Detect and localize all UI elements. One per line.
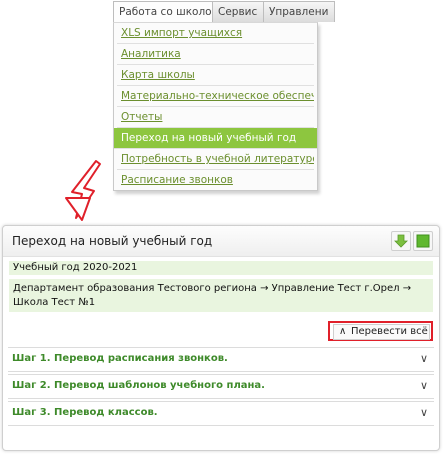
new-year-panel: Переход на новый учебный год Учебный год… — [2, 225, 440, 451]
year-band: Учебный год 2020-2021 — [9, 261, 433, 275]
main-menu: Работа со школой Сервис Управлени XLS им… — [113, 0, 443, 191]
translate-all-highlight: ∧ Перевести всё — [328, 321, 433, 341]
arrow-down-icon — [394, 234, 408, 248]
translate-all-button[interactable]: ∧ Перевести всё — [333, 324, 430, 340]
translate-all-label: Перевести всё — [351, 326, 428, 337]
menu-item-new-year[interactable]: Переход на новый учебный год — [114, 128, 317, 149]
menu-item-xls-import[interactable]: XLS импорт учащихся — [117, 23, 314, 44]
menu-item-school-map[interactable]: Карта школы — [117, 65, 314, 86]
chevron-down-icon[interactable]: ∨ — [420, 352, 428, 365]
chevron-down-icon[interactable]: ∨ — [420, 406, 428, 419]
step-3-row[interactable]: Шаг 3. Перевод классов. ∨ — [8, 401, 434, 426]
step-2-row[interactable]: Шаг 2. Перевод шаблонов учебного плана. … — [8, 374, 434, 399]
chevron-up-icon: ∧ — [339, 326, 347, 337]
menu-tabs: Работа со школой Сервис Управлени — [113, 1, 443, 23]
menu-item-analytics[interactable]: Аналитика — [117, 44, 314, 65]
step-2-label: Шаг 2. Перевод шаблонов учебного плана. — [12, 380, 265, 391]
red-arrow-icon — [65, 160, 101, 221]
step-1-label: Шаг 1. Перевод расписания звонков. — [12, 353, 228, 364]
step-3-label: Шаг 3. Перевод классов. — [12, 407, 158, 418]
school-year: Учебный год 2020-2021 — [13, 262, 138, 273]
department-band: Департамент образования Тестового регион… — [9, 279, 433, 312]
chevron-down-icon[interactable]: ∨ — [420, 379, 428, 392]
maximize-button[interactable] — [413, 231, 433, 251]
collapse-button[interactable] — [391, 231, 411, 251]
menu-item-equipment[interactable]: Материально-техническое обеспечение — [117, 86, 314, 107]
menu-item-reports[interactable]: Отчеты — [117, 107, 314, 128]
department-path: Департамент образования Тестового регион… — [13, 283, 412, 308]
square-icon — [416, 234, 430, 248]
panel-title: Переход на новый учебный год — [12, 234, 213, 248]
menu-item-literature[interactable]: Потребность в учебной литературе — [117, 149, 314, 170]
step-1-row[interactable]: Шаг 1. Перевод расписания звонков. ∨ — [8, 347, 434, 372]
tab-school-work[interactable]: Работа со школой — [113, 1, 217, 22]
panel-header: Переход на новый учебный год — [3, 226, 439, 257]
tab-management[interactable]: Управлени — [263, 1, 335, 22]
tab-service[interactable]: Сервис — [212, 1, 269, 22]
menu-item-bell-schedule[interactable]: Расписание звонков — [117, 170, 314, 190]
menu-dropdown: XLS импорт учащихся Аналитика Карта школ… — [113, 22, 318, 191]
